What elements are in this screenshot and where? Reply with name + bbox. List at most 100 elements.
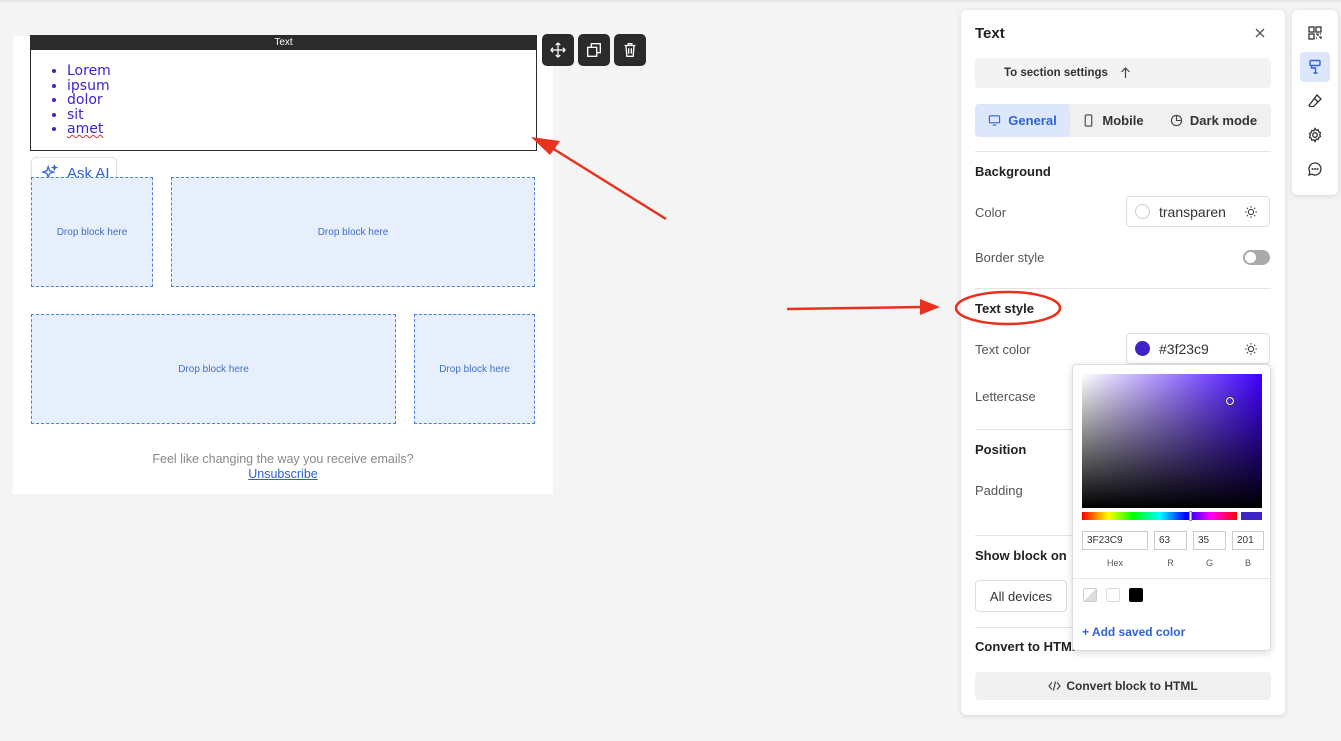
saved-color-swatch[interactable] xyxy=(1129,588,1143,602)
drop-zone-label: Drop block here xyxy=(439,363,510,375)
color-label: Color xyxy=(975,205,1007,220)
delete-button[interactable] xyxy=(614,34,646,66)
move-button[interactable] xyxy=(542,34,574,66)
list-item[interactable]: dolor xyxy=(67,93,111,108)
drop-zone[interactable]: Drop block here xyxy=(414,314,535,424)
grid-icon xyxy=(1308,26,1322,40)
padding-label: Padding xyxy=(975,483,1023,498)
saved-color-swatch[interactable] xyxy=(1083,588,1097,602)
rail-button-settings[interactable] xyxy=(1300,120,1330,150)
divider xyxy=(1073,578,1270,579)
background-heading: Background xyxy=(975,164,1051,179)
tool-rail xyxy=(1292,10,1338,195)
mobile-icon xyxy=(1085,114,1093,127)
gear-icon xyxy=(1308,127,1322,143)
tab-label: Dark mode xyxy=(1189,113,1258,128)
lettercase-label: Lettercase xyxy=(975,389,1036,404)
list-item[interactable]: ipsum xyxy=(67,78,111,94)
b-label: B xyxy=(1244,558,1251,568)
saved-color-swatch[interactable] xyxy=(1106,588,1120,602)
rail-button-erase[interactable] xyxy=(1300,86,1330,116)
annotation-arrow-to-text-style xyxy=(786,299,940,315)
text-color-label: Text color xyxy=(975,342,1031,357)
convert-heading: Convert to HTML xyxy=(975,639,1080,654)
dark-mode-icon xyxy=(1170,114,1183,127)
background-color-field[interactable]: transparen xyxy=(1126,196,1270,227)
show-block-heading: Show block on xyxy=(975,548,1067,563)
convert-to-html-button[interactable]: Convert block to HTML xyxy=(975,672,1271,700)
rail-button-blocks[interactable] xyxy=(1300,18,1330,48)
trash-icon xyxy=(624,43,636,57)
position-heading: Position xyxy=(975,442,1027,457)
duplicate-button[interactable] xyxy=(578,34,610,66)
drop-zone-label: Drop block here xyxy=(317,226,389,238)
color-swatch xyxy=(1135,204,1150,219)
chat-icon xyxy=(1308,162,1322,176)
text-block-header: Text xyxy=(30,35,537,50)
hue-handle[interactable] xyxy=(1189,511,1192,521)
list-item-text: amet xyxy=(67,121,104,137)
text-color-field[interactable]: #3f23c9 xyxy=(1126,333,1270,364)
color-swatch xyxy=(1135,341,1150,356)
divider xyxy=(975,288,1271,289)
current-color-preview xyxy=(1241,512,1262,520)
sun-icon[interactable] xyxy=(1244,342,1258,356)
color-picker: 3F23C9 63 35 201 Hex R G B + Add saved c… xyxy=(1072,364,1271,651)
paint-roller-icon xyxy=(1309,59,1321,74)
text-block[interactable]: Text Lorem ipsum dolor sit amet xyxy=(30,35,537,151)
picker-inputs: 3F23C9 63 35 201 xyxy=(1082,531,1264,550)
text-style-heading: Text style xyxy=(975,301,1035,316)
tab-label: General xyxy=(1008,113,1057,128)
desktop-icon xyxy=(989,115,1001,126)
sun-icon[interactable] xyxy=(1244,205,1258,219)
hex-label: Hex xyxy=(1106,558,1123,568)
tab-general[interactable]: General xyxy=(975,104,1070,137)
saturation-area[interactable] xyxy=(1082,374,1262,508)
hex-input[interactable]: 3F23C9 xyxy=(1082,531,1148,550)
section-settings-label: To section settings xyxy=(1004,67,1108,79)
add-saved-color-link[interactable]: + Add saved color xyxy=(1082,625,1185,639)
background-color-value: transparen xyxy=(1159,203,1226,220)
g-input[interactable]: 35 xyxy=(1193,531,1226,550)
drop-zone[interactable]: Drop block here xyxy=(31,314,396,424)
tab-mobile[interactable]: Mobile xyxy=(1070,104,1156,137)
list-item[interactable]: sit xyxy=(67,107,111,123)
r-label: R xyxy=(1167,558,1174,568)
bullet-list[interactable]: Lorem ipsum dolor sit amet xyxy=(67,64,111,137)
unsubscribe-link[interactable]: Unsubscribe xyxy=(13,467,553,482)
convert-button-label: Convert block to HTML xyxy=(1066,679,1198,693)
b-input[interactable]: 201 xyxy=(1232,531,1264,550)
section-settings-button[interactable]: To section settings xyxy=(975,58,1271,88)
saturation-handle[interactable] xyxy=(1226,397,1234,405)
top-border xyxy=(0,0,1341,2)
arrow-up-icon xyxy=(1121,67,1130,78)
eraser-icon xyxy=(1308,94,1322,108)
g-label: G xyxy=(1205,558,1213,568)
rail-button-comments[interactable] xyxy=(1300,154,1330,184)
border-style-label: Border style xyxy=(975,250,1045,265)
list-item[interactable]: Lorem xyxy=(67,64,111,79)
drop-zone[interactable]: Drop block here xyxy=(31,177,153,287)
r-input[interactable]: 63 xyxy=(1154,531,1187,550)
list-item[interactable]: amet xyxy=(67,122,111,137)
duplicate-icon xyxy=(587,43,601,57)
picker-labels: Hex R G B xyxy=(1082,558,1264,568)
code-icon xyxy=(1048,681,1062,691)
rail-button-styles[interactable] xyxy=(1300,52,1330,82)
close-icon[interactable] xyxy=(1253,26,1267,40)
email-footer: Feel like changing the way you receive e… xyxy=(13,452,553,482)
text-color-value: #3f23c9 xyxy=(1159,340,1209,357)
tab-bar: General Mobile Dark mode xyxy=(975,104,1271,137)
all-devices-button[interactable]: All devices xyxy=(975,580,1067,612)
drop-zone-label: Drop block here xyxy=(178,363,249,375)
drop-zone-label: Drop block here xyxy=(56,226,128,238)
hue-slider[interactable] xyxy=(1082,511,1237,521)
border-style-toggle[interactable] xyxy=(1243,250,1270,265)
footer-message: Feel like changing the way you receive e… xyxy=(152,452,414,466)
drop-zone[interactable]: Drop block here xyxy=(171,177,535,287)
divider xyxy=(975,151,1271,152)
tab-label: Mobile xyxy=(1102,113,1144,128)
tab-dark-mode[interactable]: Dark mode xyxy=(1156,104,1271,137)
panel-title: Text xyxy=(975,25,1005,42)
move-icon xyxy=(550,42,566,58)
